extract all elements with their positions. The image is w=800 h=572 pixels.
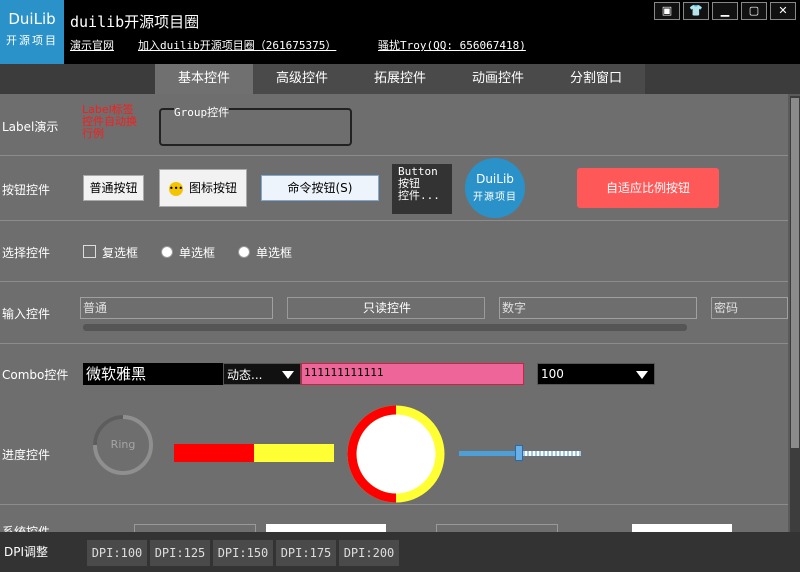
group-box: Group控件 [159, 104, 352, 146]
tab-bar: 基本控件 高级控件 拓展控件 动画控件 分割窗口 [155, 64, 645, 94]
row-label-progress: 进度控件 [2, 448, 51, 462]
number-combo-value: 100 [541, 367, 564, 381]
row-label-input: 输入控件 [2, 307, 51, 321]
tab-advanced-controls[interactable]: 高级控件 [253, 64, 351, 94]
tab-basic-controls[interactable]: 基本控件 [155, 64, 253, 94]
minimize-icon[interactable]: ▁ [712, 2, 738, 20]
row-divider [0, 155, 788, 156]
row-label-label: Label演示 [2, 120, 59, 134]
icon-button-label: 图标按钮 [188, 181, 237, 195]
number-input[interactable]: 数字 [499, 297, 697, 319]
vertical-scrollbar[interactable] [790, 96, 800, 532]
readonly-input: 只读控件 [287, 297, 485, 319]
radio-2[interactable] [238, 246, 250, 258]
dpi-label: DPI调整 [4, 545, 49, 559]
normal-input[interactable]: 普通 [80, 297, 273, 319]
chevron-down-icon [282, 371, 294, 379]
radio-2-label: 单选框 [256, 246, 293, 260]
progress-bar [174, 444, 334, 462]
title-bar: DuiLib 开源项目 duilib开源项目圈 演示官网 加入duilib开源项… [0, 0, 800, 64]
close-icon[interactable]: ✕ [770, 2, 796, 20]
row-label-combo: Combo控件 [2, 368, 69, 382]
chat-bubble-icon: ••• [168, 181, 183, 196]
radio-1[interactable] [161, 246, 173, 258]
dpi-bar: DPI调整 DPI:100 DPI:125 DPI:150 DPI:175 DP… [0, 532, 800, 572]
window-title: duilib开源项目圈 [70, 13, 200, 31]
normal-button[interactable]: 普通按钮 [83, 175, 144, 201]
icon-button[interactable]: ••• 图标按钮 [159, 169, 247, 207]
radio-1-label: 单选框 [179, 246, 216, 260]
circle-progress [347, 405, 445, 503]
pink-input[interactable]: 111111111111 [301, 363, 524, 385]
app-logo: DuiLib 开源项目 [0, 0, 64, 64]
row-divider [0, 504, 788, 505]
multiline-button[interactable]: Button 按钮 控件... [392, 164, 452, 214]
dpi-100-button[interactable]: DPI:100 [87, 540, 147, 566]
slider-track[interactable] [459, 445, 581, 461]
logo-line-1: DuiLib [8, 10, 56, 28]
slider-thumb[interactable] [515, 445, 523, 461]
circle-logo-button[interactable]: DuiLib 开源项目 [465, 158, 525, 218]
skin-icon[interactable]: 👕 [683, 2, 709, 20]
link-contact-troy[interactable]: 骚扰Troy(QQ: 656067418) [378, 37, 526, 53]
command-button[interactable]: 命令按钮(S) [261, 175, 379, 201]
dpi-150-button[interactable]: DPI:150 [213, 540, 273, 566]
partial-field-1 [134, 524, 256, 532]
tab-animation-controls[interactable]: 动画控件 [449, 64, 547, 94]
ring-progress: Ring [93, 415, 153, 475]
row-label-button: 按钮控件 [2, 183, 51, 197]
circle-line-2: 开源项目 [473, 192, 517, 203]
window-controls: ▣ 👕 ▁ ▢ ✕ [654, 2, 796, 20]
checkbox-label: 复选框 [102, 246, 139, 260]
link-demo-site[interactable]: 演示官网 [70, 37, 114, 53]
slider-fill [459, 451, 519, 456]
dynamic-combo[interactable]: 动态... [223, 363, 301, 385]
dynamic-combo-value: 动态... [227, 368, 263, 382]
logo-line-2: 开源项目 [6, 34, 58, 47]
maximize-icon[interactable]: ▢ [741, 2, 767, 20]
partial-field-4 [632, 524, 732, 532]
row-label-system: 系统控件 [2, 525, 51, 532]
dpi-125-button[interactable]: DPI:125 [150, 540, 210, 566]
checkbox[interactable] [83, 245, 96, 258]
content-area: Label演示 Label标签控件自动换行例 Group控件 按钮控件 普通按钮… [0, 94, 788, 532]
wrapping-label: Label标签控件自动换行例 [82, 103, 137, 140]
progress-bar-fill [174, 444, 254, 462]
dpi-200-button[interactable]: DPI:200 [339, 540, 399, 566]
adaptive-ratio-button[interactable]: 自适应比例按钮 [577, 168, 719, 208]
group-box-title: Group控件 [174, 104, 230, 120]
tab-split-window[interactable]: 分割窗口 [547, 64, 645, 94]
number-combo[interactable]: 100 [537, 363, 655, 385]
ring-label: Ring [111, 438, 136, 451]
partial-field-2 [266, 524, 386, 532]
multiline-line-3: 控件... [398, 189, 440, 202]
menu-icon[interactable]: ▣ [654, 2, 680, 20]
chevron-down-icon [636, 371, 648, 379]
horizontal-scrollbar[interactable] [83, 324, 687, 331]
row-divider [0, 343, 788, 344]
dpi-175-button[interactable]: DPI:175 [276, 540, 336, 566]
tab-extended-controls[interactable]: 拓展控件 [351, 64, 449, 94]
font-combo[interactable]: 微软雅黑 [83, 363, 223, 385]
row-divider [0, 220, 788, 221]
row-label-select: 选择控件 [2, 246, 51, 260]
circle-line-1: DuiLib [476, 172, 514, 186]
row-divider [0, 281, 788, 282]
password-input[interactable]: 密码 [711, 297, 788, 319]
partial-field-3 [436, 524, 558, 532]
link-join-group[interactable]: 加入duilib开源项目圈（261675375） [138, 37, 336, 53]
scrollbar-thumb[interactable] [791, 98, 799, 448]
